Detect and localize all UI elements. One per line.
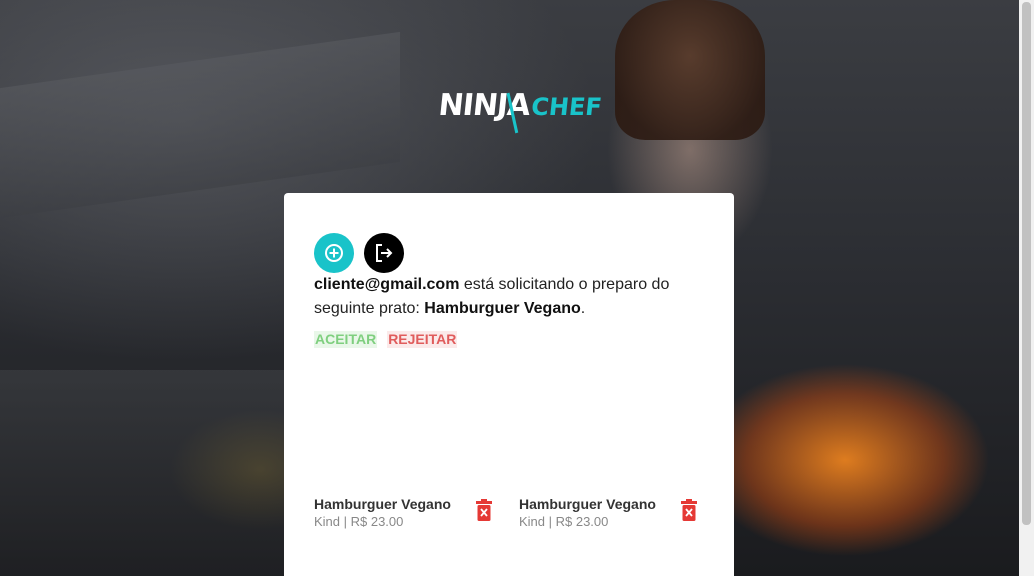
reject-button[interactable]: REJEITAR <box>387 331 458 348</box>
dish-item: Hamburguer Vegano Kind | R$ 23.00 <box>314 495 519 531</box>
plus-circle-icon <box>325 244 343 262</box>
message-end: . <box>580 300 586 317</box>
logout-button[interactable] <box>364 233 404 273</box>
logo-ninja-text: NINJA <box>436 88 532 123</box>
kitchen-hood <box>0 31 400 219</box>
scrollbar-thumb[interactable] <box>1022 2 1031 525</box>
logo-chef-text: CHEF <box>529 93 604 121</box>
accept-button[interactable]: ACEITAR <box>314 331 378 348</box>
stove-image <box>0 370 290 576</box>
trash-icon[interactable] <box>680 499 698 521</box>
add-dish-button[interactable] <box>314 233 354 273</box>
order-request-message: cliente@gmail.com está solicitando o pre… <box>314 273 684 321</box>
requested-dish: Hamburguer Vegano <box>424 300 581 317</box>
client-email: cliente@gmail.com <box>314 276 460 293</box>
dish-list: Hamburguer Vegano Kind | R$ 23.00 Hambur… <box>314 495 724 531</box>
page-scrollbar[interactable] <box>1019 0 1034 576</box>
trash-icon[interactable] <box>475 499 493 521</box>
order-card: cliente@gmail.com está solicitando o pre… <box>284 193 734 576</box>
dish-item: Hamburguer Vegano Kind | R$ 23.00 <box>519 495 724 531</box>
request-actions: ACEITAR REJEITAR <box>314 331 458 348</box>
logout-icon <box>376 244 393 262</box>
ninjachef-logo: NINJA CHEF <box>435 88 603 136</box>
chef-hat-image <box>615 0 765 140</box>
